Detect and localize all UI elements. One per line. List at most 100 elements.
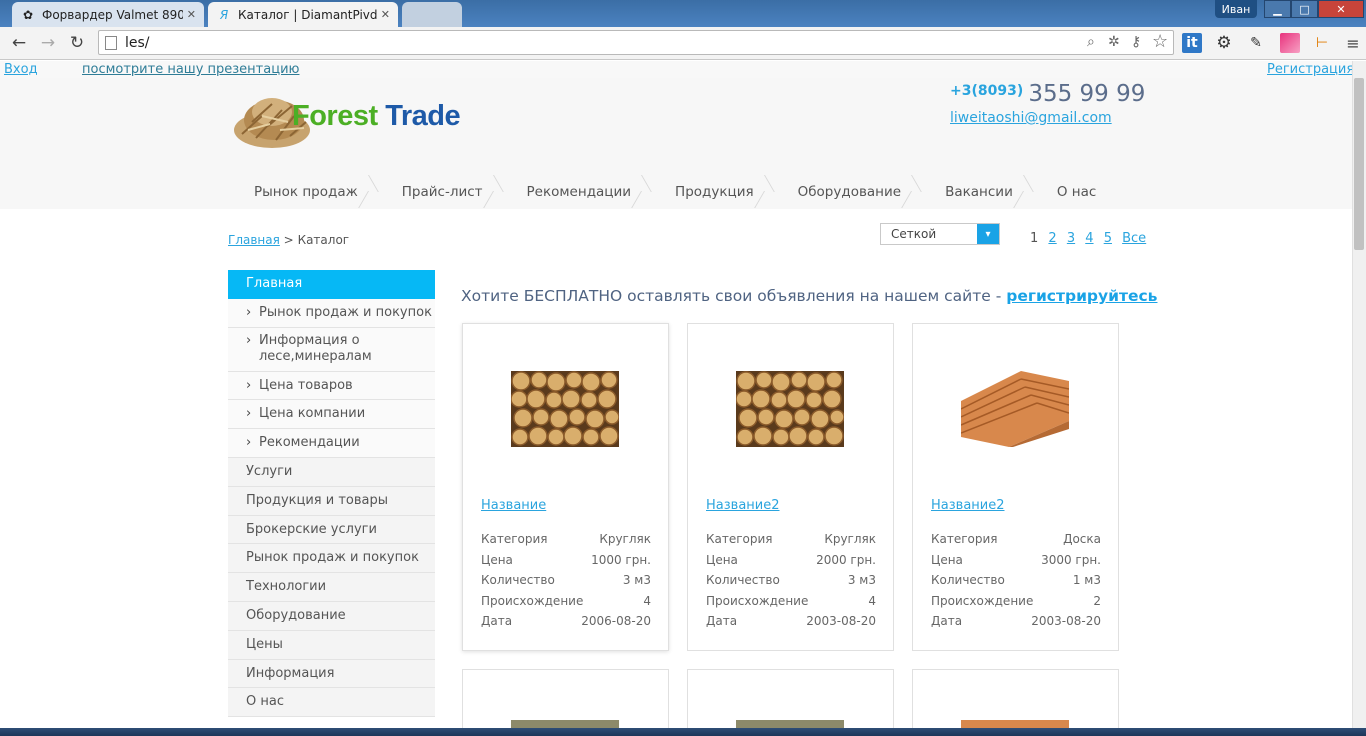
breadcrumb-home[interactable]: Главная — [228, 233, 280, 247]
promo-register-link[interactable]: регистрируйтесь — [1006, 287, 1157, 305]
extension-it-icon[interactable]: it — [1182, 33, 1202, 53]
product-name-link[interactable]: Название — [481, 498, 546, 513]
planks-icon — [961, 371, 1069, 447]
email-link[interactable]: liweitaoshi@gmail.com — [950, 110, 1112, 126]
prop-value: 1000 грн. — [591, 552, 651, 567]
bookmark-star-icon[interactable]: ☆ — [1152, 31, 1168, 52]
new-tab-button[interactable] — [402, 2, 462, 27]
nav-label: Рекомендации — [526, 184, 632, 200]
minimize-icon[interactable]: ▁ — [1264, 0, 1291, 18]
sidebar-item-goods-price[interactable]: › Цена товаров — [228, 371, 435, 401]
prop-value: Кругляк — [824, 532, 876, 546]
page-link[interactable]: 5 — [1104, 231, 1112, 246]
prop-label: Дата — [481, 614, 513, 628]
bug-icon[interactable]: ✲ — [1108, 34, 1120, 50]
sidebar-item-prices[interactable]: Цены — [228, 630, 435, 660]
nav-item-about[interactable]: О нас — [1031, 175, 1114, 208]
address-bar[interactable]: les/ — [98, 30, 1174, 55]
promo-text: Хотите БЕСПЛАТНО оставлять свои объявлен… — [461, 287, 1007, 305]
product-name-link[interactable]: Название2 — [931, 498, 1005, 513]
zoom-icon[interactable]: ⌕ — [1087, 34, 1095, 50]
forward-arrow-icon[interactable]: → — [37, 32, 59, 54]
tab-catalog[interactable]: Я Каталог | DiamantPivden ✕ — [208, 2, 398, 27]
login-link[interactable]: Вход — [4, 62, 38, 77]
product-card[interactable]: Название Категория Кругляк Цена 1000 грн. … — [462, 323, 669, 651]
page-all-link[interactable]: Все — [1122, 231, 1146, 246]
scrollbar-thumb[interactable] — [1354, 78, 1364, 250]
logo-forest: Forest — [292, 100, 378, 132]
chevron-right-icon: › — [246, 435, 252, 451]
nav-item-market[interactable]: Рынок продаж — [228, 175, 376, 208]
menu-icon[interactable]: ≡ — [1343, 33, 1363, 53]
chevron-right-icon: › — [246, 406, 252, 422]
pin-icon[interactable]: ⊢ — [1312, 33, 1332, 53]
sidebar-item-market[interactable]: Рынок продаж и покупок — [228, 544, 435, 574]
prop-value: 2000 грн. — [816, 552, 876, 567]
planks-image[interactable] — [961, 371, 1069, 447]
phone-number: +3(8093) 355 99 99 — [950, 81, 1145, 107]
sidebar-item-label: Информация о лесе,минералам — [259, 332, 372, 364]
site-logo[interactable]: Forest Trade — [232, 86, 461, 154]
sidebar-item-company-price[interactable]: › Цена компании — [228, 400, 435, 430]
prop-value: 3 м3 — [622, 573, 651, 587]
sidebar-item-brokerage[interactable]: Брокерские услуги — [228, 515, 435, 545]
nav-item-recommendations[interactable]: Рекомендации — [501, 175, 650, 208]
nav-item-products[interactable]: Продукция — [649, 175, 772, 208]
product-card[interactable] — [912, 669, 1119, 736]
logs-image[interactable] — [511, 371, 619, 447]
browser-titlebar: ✿ Форвардер Valmet 890.3 ✕ Я Каталог | D… — [0, 0, 1366, 27]
product-name-link[interactable]: Название2 — [706, 498, 780, 513]
tab-close-icon[interactable]: ✕ — [187, 8, 196, 21]
product-card[interactable]: Название2 Категория Доска Цена 3000 грн. К… — [912, 323, 1119, 651]
presentation-link[interactable]: посмотрите нашу презентацию — [82, 62, 299, 77]
sidebar-item-information[interactable]: Информация — [228, 659, 435, 689]
product-card[interactable] — [462, 669, 669, 736]
gear-icon[interactable]: ⚙ — [1214, 33, 1234, 53]
page-icon — [105, 35, 117, 50]
promo-banner: Хотите БЕСПЛАТНО оставлять свои объявлен… — [461, 287, 1157, 305]
os-taskbar — [0, 728, 1366, 736]
prop-label: Категория — [481, 532, 548, 546]
back-arrow-icon[interactable]: ← — [8, 32, 30, 54]
sidebar-item-products[interactable]: Продукция и товары — [228, 486, 435, 516]
close-window-icon[interactable]: ✕ — [1318, 0, 1364, 18]
product-card[interactable]: Название2 Категория Кругляк Цена 2000 грн.… — [687, 323, 894, 651]
sidebar-item-services[interactable]: Услуги — [228, 457, 435, 487]
profile-badge[interactable]: Иван — [1215, 0, 1257, 18]
page-link[interactable]: 4 — [1085, 231, 1093, 246]
sidebar-item-technologies[interactable]: Технологии — [228, 573, 435, 602]
color-extension-icon[interactable] — [1280, 33, 1300, 53]
sidebar-item-equipment[interactable]: Оборудование — [228, 601, 435, 631]
nav-item-pricelist[interactable]: Прайс-лист — [376, 175, 501, 208]
prop-label: Количество — [931, 573, 1005, 587]
sidebar-item-about[interactable]: О нас — [228, 688, 435, 718]
nav-item-equipment[interactable]: Оборудование — [772, 175, 920, 208]
sidebar-item-market-purchases[interactable]: › Рынок продаж и покупок — [228, 298, 435, 328]
reload-icon[interactable]: ↻ — [66, 32, 88, 54]
register-link[interactable]: Регистрация — [1267, 62, 1354, 77]
prop-label: Количество — [706, 573, 780, 587]
product-props: Категория Кругляк Цена 2000 грн. Количеств… — [706, 532, 876, 635]
sidebar-item-label: Оборудование — [246, 607, 346, 623]
maximize-icon[interactable]: □ — [1291, 0, 1318, 18]
sidebar-item-label: Информация — [246, 665, 335, 681]
view-mode-select[interactable]: Сеткой ▾ — [880, 223, 1000, 245]
sidebar-item-forest-info[interactable]: › Информация о лесе,минералам — [228, 327, 435, 372]
breadcrumb-current: Каталог — [297, 233, 350, 247]
tab-close-icon[interactable]: ✕ — [381, 8, 390, 21]
nav-label: Вакансии — [945, 184, 1013, 200]
chevron-down-icon[interactable]: ▾ — [977, 224, 999, 244]
tab-forwarder[interactable]: ✿ Форвардер Valmet 890.3 ✕ — [12, 2, 204, 27]
sidebar-item-recommendations[interactable]: › Рекомендации — [228, 429, 435, 458]
product-props: Категория Кругляк Цена 1000 грн. Количеств… — [481, 532, 651, 635]
key-icon[interactable]: ⚷ — [1131, 34, 1141, 50]
address-text: les/ — [125, 34, 150, 51]
sidebar-item-home[interactable]: Главная — [228, 270, 435, 299]
page-link[interactable]: 2 — [1048, 231, 1056, 246]
logs-image[interactable] — [736, 371, 844, 447]
phone-code: +3(8093) — [950, 83, 1024, 99]
page-link[interactable]: 3 — [1067, 231, 1075, 246]
nav-item-vacancies[interactable]: Вакансии — [919, 175, 1031, 208]
eyedropper-icon[interactable]: ✎ — [1246, 33, 1266, 53]
product-card[interactable] — [687, 669, 894, 736]
